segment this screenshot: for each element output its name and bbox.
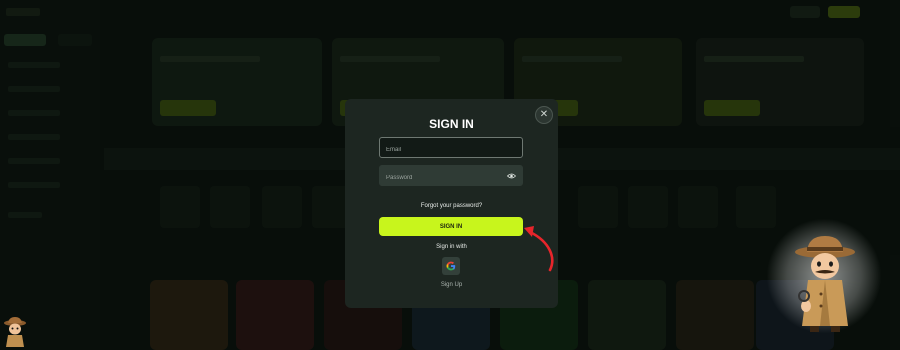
modal-title: SIGN IN bbox=[429, 117, 474, 131]
email-input[interactable] bbox=[380, 140, 522, 160]
signup-link[interactable]: Sign Up bbox=[345, 282, 558, 288]
eye-icon[interactable] bbox=[507, 172, 516, 180]
annotation-arrow-icon bbox=[524, 226, 554, 272]
google-signin-button[interactable] bbox=[442, 257, 460, 275]
password-field[interactable] bbox=[379, 165, 523, 188]
close-icon: ✕ bbox=[539, 109, 549, 120]
forgot-password-link[interactable]: Forgot your password? bbox=[345, 203, 558, 209]
google-icon bbox=[446, 261, 456, 271]
signin-modal: SIGN IN ✕ Forgot your password? SIGN IN … bbox=[345, 99, 558, 308]
mini-mascot-icon bbox=[4, 317, 26, 347]
detective-mascot-icon bbox=[795, 236, 855, 332]
email-field[interactable] bbox=[379, 137, 523, 160]
signin-button[interactable]: SIGN IN bbox=[379, 217, 523, 236]
close-button[interactable]: ✕ bbox=[535, 106, 553, 124]
password-input[interactable] bbox=[380, 168, 522, 188]
